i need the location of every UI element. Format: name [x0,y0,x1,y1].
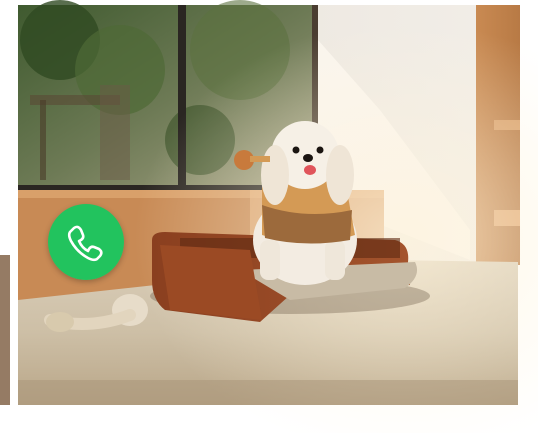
screenshot-frame [0,0,538,433]
call-button-graphic [48,204,124,280]
call-button[interactable] [48,204,124,280]
